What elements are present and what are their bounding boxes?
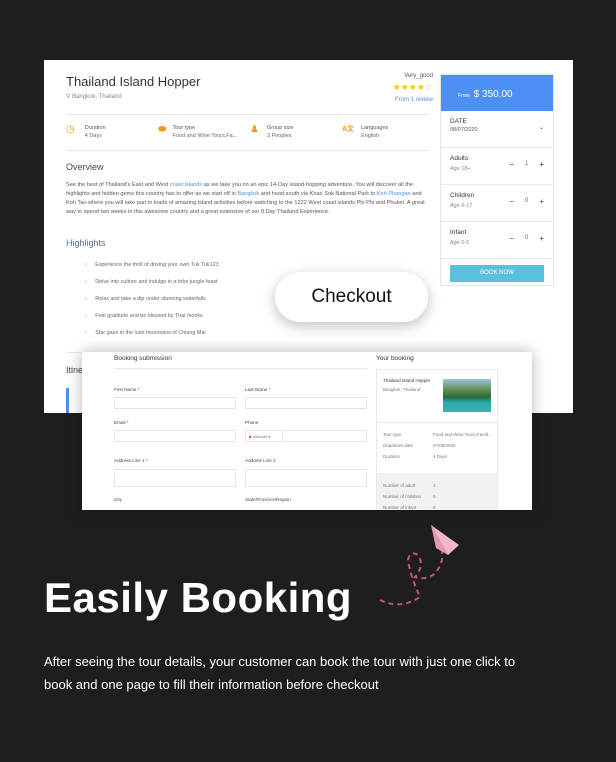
guest-children: Children Age 6-17−0 + <box>441 185 553 222</box>
counts-panel: Number of adult 1 Number of children 0 Num… <box>377 473 497 510</box>
person-icon: ♟ <box>250 124 259 135</box>
guest-adults: Adults Age 18+ −1 + <box>441 148 553 185</box>
feature-tour-type: ⬬ Tour type Food and Wine Tours,Fa... <box>158 124 238 139</box>
price-header: From $ 350.00 <box>441 75 553 111</box>
infant-count: 0 <box>524 235 529 241</box>
link-coast-islands[interactable]: coast islands <box>170 182 202 188</box>
adult-count: 1 <box>524 161 529 167</box>
phone-input[interactable]: ■ Vietnam ▾ <box>245 430 367 442</box>
features: ◷ Duration 4 Days ⬬ Tour type Food and Wine … <box>66 124 429 140</box>
address1-input[interactable] <box>114 469 236 487</box>
divider <box>66 150 429 151</box>
highlight-item: ○ Delve into culture and indulge in a tri… <box>84 279 218 285</box>
chevron-down-icon[interactable]: ⌄ <box>539 124 544 131</box>
booking-summary: Thailand Island Hopper Bangkok, Thailand… <box>376 369 498 510</box>
overview-text: See the best of Thailand's East and West… <box>66 182 425 215</box>
last-name-label: Last Name * <box>245 387 271 392</box>
summary-location: Bangkok, Thailand <box>383 387 421 392</box>
minus-button[interactable]: − <box>509 197 514 206</box>
rating-label: Very_good <box>404 73 433 79</box>
booking-sidebar: From $ 350.00 DATE 08/07/2020 ⌄ Adults Age 1… <box>440 74 554 286</box>
review-link[interactable]: From 1 review <box>395 97 433 103</box>
rating-stars: ★★★★☆ <box>393 82 433 93</box>
link-bangkok[interactable]: Bangkok <box>237 191 259 197</box>
link-koh-phangan[interactable]: Koh Phangan <box>377 191 411 197</box>
flag-icon: ■ <box>249 434 252 439</box>
minus-button[interactable]: − <box>509 234 514 243</box>
address1-label: Address Line 1 * <box>114 458 148 463</box>
footprints-icon: ⬬ <box>158 124 167 135</box>
itinerary-accent <box>66 388 69 413</box>
language-icon: A文 <box>342 126 355 133</box>
highlights-heading: Highlights <box>66 238 106 248</box>
star-icon: ★★★★ <box>392 82 425 92</box>
overview-heading: Overview <box>66 162 104 172</box>
children-count: 0 <box>524 198 529 204</box>
minus-button[interactable]: − <box>509 160 514 169</box>
price: $ 350.00 <box>473 89 513 100</box>
divider <box>66 114 429 115</box>
star-empty-icon: ☆ <box>424 82 433 92</box>
city-label: City <box>114 497 122 502</box>
feature-duration: ◷ Duration 4 Days <box>66 124 106 139</box>
highlight-item: ○ Star gaze in the lush mountains of Chia… <box>84 330 206 336</box>
tour-thumbnail <box>443 379 491 412</box>
address2-label: Address Line 2 <box>245 458 276 463</box>
description: After seeing the tour details, your cust… <box>44 654 516 692</box>
email-input[interactable] <box>114 430 236 442</box>
date-picker[interactable]: DATE 08/07/2020 ⌄ <box>441 111 553 148</box>
itinerary-heading: Itine <box>66 365 84 375</box>
highlight-item: ○ Relax and take a dip under stunning wat… <box>84 296 206 302</box>
plus-button[interactable]: + <box>539 234 544 243</box>
divider <box>114 368 367 369</box>
divider <box>377 422 497 423</box>
tour-location: ⚲ Bangkok, Thailand <box>66 94 122 100</box>
tour-title: Thailand Island Hopper <box>66 74 201 89</box>
highlight-item: ○ Feel gratitude and be blessed by Thai m… <box>84 313 203 319</box>
state-label: State/Province/Region <box>245 497 291 502</box>
paper-plane-icon <box>379 525 459 606</box>
summary-tour: Thailand Island Hopper <box>383 378 431 383</box>
address2-input[interactable] <box>245 469 367 487</box>
feature-group-size: ♟ Group size 3 Peoples <box>250 124 294 139</box>
clock-icon: ◷ <box>66 124 75 135</box>
book-now-button[interactable]: BOOK NOW <box>450 265 544 282</box>
booking-form-screenshot: Booking submission First Name * Last Nam… <box>82 352 532 510</box>
first-name-label: First Name * <box>114 387 140 392</box>
first-name-input[interactable] <box>114 397 236 409</box>
headline: Easily Booking <box>44 574 353 621</box>
highlight-item: ○ Experience the thrill of driving your o… <box>84 262 219 268</box>
email-label: Email * <box>114 420 129 425</box>
plus-button[interactable]: + <box>539 197 544 206</box>
feature-languages: A文 Languages English <box>342 125 389 139</box>
checkout-button[interactable]: Checkout <box>275 272 428 322</box>
last-name-input[interactable] <box>245 397 367 409</box>
phone-label: Phone <box>245 420 259 425</box>
country-select[interactable]: ■ Vietnam ▾ <box>246 431 283 441</box>
plus-button[interactable]: + <box>539 160 544 169</box>
form-title: Booking submission <box>114 355 172 362</box>
guest-infant: Infant Age 0-5−0 + <box>441 222 553 259</box>
your-booking-title: Your booking <box>376 355 414 362</box>
